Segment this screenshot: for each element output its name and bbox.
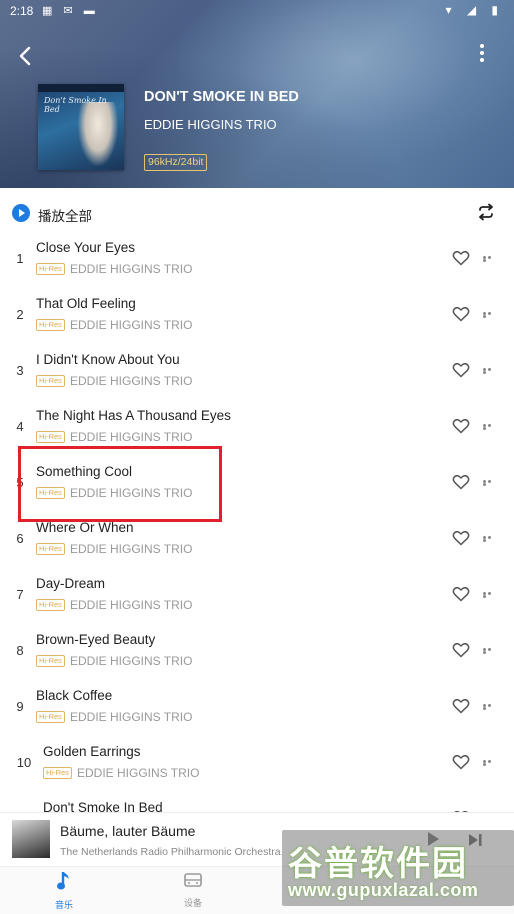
mini-player-title[interactable]: Bäume, lauter Bäume	[60, 823, 195, 839]
heart-icon[interactable]	[452, 418, 470, 434]
quality-badge: 96kHz/24bit	[144, 154, 208, 171]
track-title: Black Coffee	[36, 688, 113, 703]
watermark-url: www.gupuxlazal.com	[288, 880, 479, 900]
play-all-icon[interactable]	[12, 204, 30, 222]
heart-icon[interactable]	[452, 698, 470, 714]
track-title: Golden Earrings	[43, 744, 141, 759]
track-artist: EDDIE HIGGINS TRIO	[70, 710, 193, 724]
heart-icon[interactable]	[452, 306, 470, 322]
status-time: 2:18	[10, 4, 34, 18]
more-horizontal-icon[interactable]	[483, 256, 497, 262]
more-horizontal-icon[interactable]	[483, 480, 497, 486]
hires-badge: Hi-Res	[36, 319, 65, 331]
mini-player-subtitle[interactable]: The Netherlands Radio Philharmonic Orche…	[60, 846, 282, 858]
nav-device-label: 设备	[183, 898, 202, 908]
hires-badge: Hi-Res	[36, 655, 65, 667]
track-title: That Old Feeling	[36, 296, 136, 311]
system-status-icons: ▾ ◢ ▮	[445, 3, 504, 17]
track-title: Close Your Eyes	[36, 240, 136, 255]
cover-script: Don't Smoke In Bed	[44, 96, 107, 114]
more-horizontal-icon[interactable]	[483, 760, 497, 766]
selection-highlight	[18, 446, 222, 522]
album-artist[interactable]: EDDIE HIGGINS TRIO	[144, 117, 277, 132]
track-title: Where Or When	[36, 520, 134, 535]
track-number: 10	[16, 755, 32, 770]
hires-badge: Hi-Res	[36, 543, 65, 555]
hires-badge: Hi-Res	[36, 599, 65, 611]
more-horizontal-icon[interactable]	[483, 704, 497, 710]
track-number: 1	[16, 251, 24, 266]
hires-badge: Hi-Res	[36, 711, 65, 723]
track-number: 3	[16, 363, 24, 378]
heart-icon[interactable]	[452, 586, 470, 602]
watermark-text: 谷普软件园	[288, 844, 468, 884]
play-all-label[interactable]: 播放全部	[38, 205, 92, 225]
track-artist: EDDIE HIGGINS TRIO	[70, 262, 193, 276]
track-artist: EDDIE HIGGINS TRIO	[70, 318, 193, 332]
music-note-icon	[57, 872, 69, 890]
album-title: DON'T SMOKE IN BED	[144, 89, 299, 105]
track-title: I Didn't Know About You	[36, 352, 180, 367]
back-arrow-icon[interactable]	[14, 44, 38, 68]
status-bar: 2:18 ▦ ✉ ▬ ▾ ◢ ▮	[0, 0, 514, 22]
heart-icon[interactable]	[452, 250, 470, 266]
mini-player-cover[interactable]	[12, 820, 50, 858]
more-horizontal-icon[interactable]	[483, 648, 497, 654]
track-row[interactable]: 7 Day-Dream Hi-Res EDDIE HIGGINS TRIO	[0, 572, 514, 628]
track-row[interactable]: 8 Brown-Eyed Beauty Hi-Res EDDIE HIGGINS TR…	[0, 628, 514, 684]
heart-icon[interactable]	[452, 754, 470, 770]
track-artist: EDDIE HIGGINS TRIO	[70, 542, 193, 556]
hires-badge: Hi-Res	[36, 263, 65, 275]
site-watermark: 谷普软件园 www.gupuxlazal.com	[282, 830, 514, 906]
track-number: 9	[16, 699, 24, 714]
track-title: Brown-Eyed Beauty	[36, 632, 156, 647]
more-horizontal-icon[interactable]	[483, 368, 497, 374]
track-title: Day-Dream	[36, 576, 106, 591]
track-number: 7	[16, 587, 24, 602]
more-horizontal-icon[interactable]	[483, 424, 497, 430]
track-artist: EDDIE HIGGINS TRIO	[70, 654, 193, 668]
heart-icon[interactable]	[452, 474, 470, 490]
more-horizontal-icon[interactable]	[483, 536, 497, 542]
nav-music-label: 音乐	[54, 900, 73, 910]
track-artist: EDDIE HIGGINS TRIO	[70, 374, 193, 388]
track-row[interactable]: 9 Black Coffee Hi-Res EDDIE HIGGINS TRIO	[0, 684, 514, 740]
album-cover: Don't Smoke In Bed	[38, 84, 124, 170]
track-number: 2	[16, 307, 24, 322]
track-artist: EDDIE HIGGINS TRIO	[70, 430, 193, 444]
track-row[interactable]: 3 I Didn't Know About You Hi-Res EDDIE HIGG…	[0, 348, 514, 404]
track-number: 4	[16, 419, 24, 434]
hires-badge: Hi-Res	[36, 375, 65, 387]
track-title: The Night Has A Thousand Eyes	[36, 408, 231, 423]
track-row[interactable]: 2 That Old Feeling Hi-Res EDDIE HIGGINS TRI…	[0, 292, 514, 348]
hires-badge: Hi-Res	[43, 767, 72, 779]
track-row[interactable]: 1 Close Your Eyes Hi-Res EDDIE HIGGINS TRIO	[0, 236, 514, 292]
nav-music[interactable]: 音乐	[34, 871, 94, 911]
track-row[interactable]: 6 Where Or When Hi-Res EDDIE HIGGINS TRIO	[0, 516, 514, 572]
heart-icon[interactable]	[452, 362, 470, 378]
more-vertical-icon[interactable]	[478, 44, 486, 64]
track-number: 6	[16, 531, 24, 546]
heart-icon[interactable]	[452, 530, 470, 546]
hires-badge: Hi-Res	[36, 431, 65, 443]
cover-top-band	[38, 84, 124, 92]
heart-icon[interactable]	[452, 642, 470, 658]
track-row[interactable]: 10 Golden Earrings Hi-Res EDDIE HIGGINS TRI…	[0, 740, 514, 796]
device-icon	[184, 873, 202, 887]
track-number: 8	[16, 643, 24, 658]
track-artist: EDDIE HIGGINS TRIO	[77, 766, 200, 780]
more-horizontal-icon[interactable]	[483, 592, 497, 598]
notification-icons: ▦ ✉ ▬	[42, 5, 99, 17]
nav-device[interactable]: 设备	[163, 871, 223, 909]
track-artist: EDDIE HIGGINS TRIO	[70, 598, 193, 612]
more-horizontal-icon[interactable]	[483, 312, 497, 318]
repeat-icon[interactable]	[476, 203, 496, 221]
